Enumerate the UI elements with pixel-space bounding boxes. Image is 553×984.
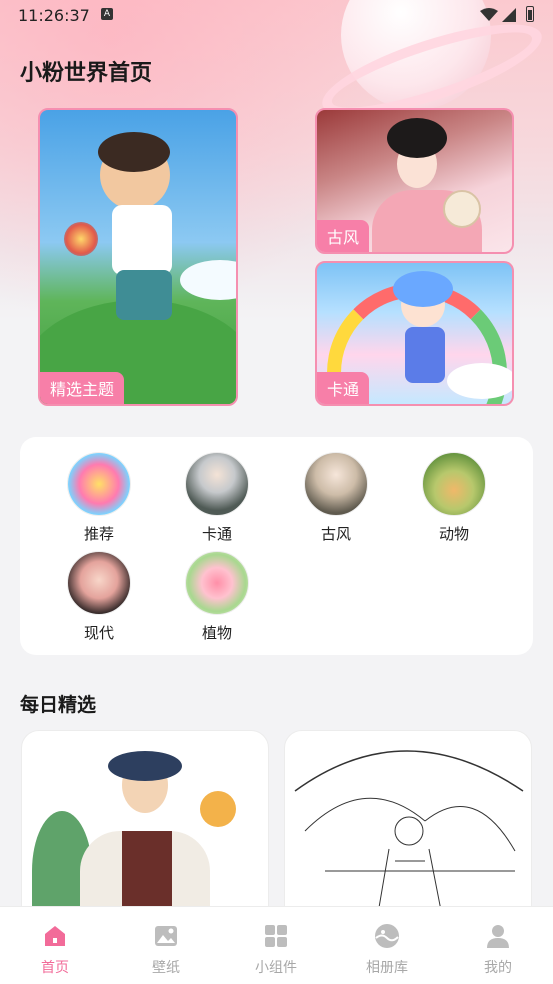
cloud-decoration: [447, 363, 512, 399]
page-title: 小粉世界首页: [20, 61, 153, 86]
tab-label: 我的: [484, 960, 512, 976]
bottom-tab-bar: 首页 壁纸 小组件 相册库 我的: [0, 906, 553, 984]
ball-icon: [64, 222, 98, 256]
battery-icon: [526, 6, 534, 22]
tab-label: 相册库: [366, 960, 408, 976]
tab-album[interactable]: 相册库: [347, 923, 427, 977]
category-modern-avatar: [67, 551, 131, 615]
signal-icon: [502, 8, 516, 22]
home-icon: [45, 926, 65, 946]
tab-home[interactable]: 首页: [15, 923, 95, 977]
line-art-illustration: [294, 750, 524, 929]
boy-hair: [98, 132, 170, 172]
category-label: 推荐: [83, 525, 114, 543]
category-ancient[interactable]: 古风: [296, 452, 376, 544]
category-label: 古风: [320, 525, 351, 543]
category-recommend[interactable]: 推荐: [59, 452, 139, 544]
category-modern[interactable]: 现代: [59, 551, 139, 643]
category-label: 植物: [201, 624, 232, 642]
warrior-hair: [108, 751, 182, 781]
wifi-icon: [480, 8, 498, 21]
boy-body: [112, 205, 172, 275]
category-animal[interactable]: 动物: [414, 452, 494, 544]
status-bar: 11:26:37 A: [0, 0, 553, 32]
tab-label: 小组件: [255, 960, 297, 976]
cartoon-label: 卡通: [317, 372, 370, 404]
cloud-decoration: [180, 260, 236, 300]
tab-mine[interactable]: 我的: [458, 923, 538, 977]
category-cartoon[interactable]: 卡通: [177, 452, 257, 544]
status-time: 11:26:37: [18, 6, 90, 25]
category-panel: 推荐 卡通 古风 动物 现代 植物: [20, 437, 533, 655]
featured-theme-label: 精选主题: [40, 372, 125, 404]
tab-widgets[interactable]: 小组件: [236, 923, 316, 977]
girl-outfit: [405, 327, 445, 383]
flower-decoration: [200, 791, 236, 827]
category-plant[interactable]: 植物: [177, 551, 257, 643]
category-cartoon-avatar: [185, 452, 249, 516]
album-icon: [375, 924, 399, 948]
category-plant-avatar: [185, 551, 249, 615]
widgets-icon: [265, 925, 287, 947]
daily-pick-card[interactable]: [21, 730, 269, 930]
category-ancient-avatar: [304, 452, 368, 516]
tab-label: 首页: [41, 960, 69, 976]
lady-hair: [387, 118, 447, 158]
category-label: 动物: [438, 525, 469, 543]
user-icon: [487, 925, 509, 948]
ancient-style-card[interactable]: 古风: [315, 108, 514, 254]
notification-a-icon: A: [101, 8, 113, 20]
category-recommend-avatar: [67, 452, 131, 516]
category-label: 卡通: [201, 525, 232, 543]
cartoon-card[interactable]: 卡通: [315, 261, 514, 406]
image-icon: [155, 926, 177, 946]
boy-shorts: [116, 270, 172, 320]
daily-picks-title: 每日精选: [20, 694, 97, 716]
featured-theme-card[interactable]: 精选主题: [38, 108, 238, 406]
ancient-style-label: 古风: [317, 220, 370, 252]
category-label: 现代: [83, 624, 114, 642]
tab-wallpaper[interactable]: 壁纸: [126, 923, 206, 977]
tab-label: 壁纸: [152, 960, 180, 976]
daily-pick-card[interactable]: [284, 730, 532, 930]
girl-hair: [393, 271, 453, 307]
fan-icon: [443, 190, 481, 228]
category-animal-avatar: [422, 452, 486, 516]
